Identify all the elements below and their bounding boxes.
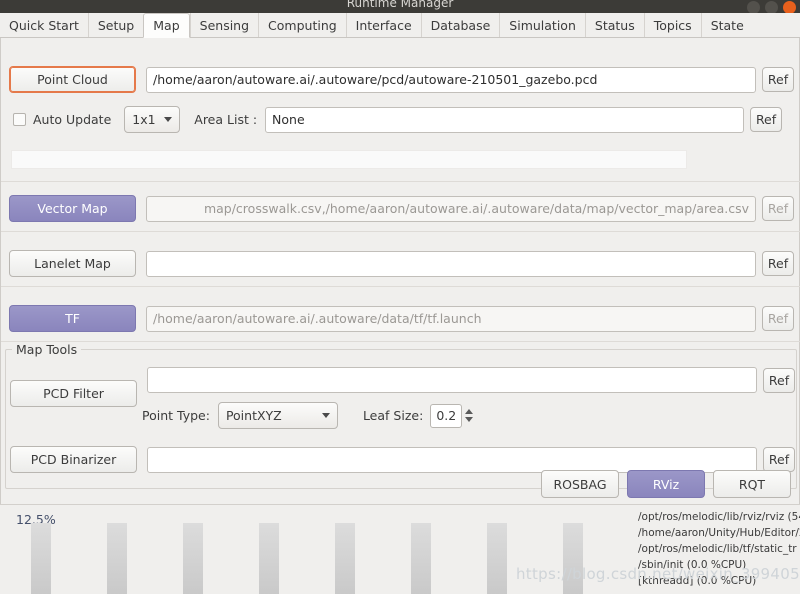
process-list-item: /opt/ros/melodic/lib/tf/static_tr [638, 543, 797, 555]
pcd-filter-path-input[interactable] [147, 367, 757, 393]
arrow-down-icon[interactable] [465, 417, 474, 422]
grid-size-value: 1x1 [132, 112, 156, 127]
leaf-size-value[interactable]: 0.2 [430, 403, 463, 428]
cpu-bar [259, 523, 279, 594]
tab-state[interactable]: State [700, 13, 753, 37]
rosbag-button[interactable]: ROSBAG [541, 470, 619, 498]
auto-update-checkbox[interactable] [13, 113, 26, 126]
main-tabbar: Quick Start Setup Map Sensing Computing … [0, 13, 800, 38]
map-tools-group: Map Tools PCD Filter Ref Point Type: Poi… [5, 342, 797, 489]
rqt-button[interactable]: RQT [713, 470, 791, 498]
map-tools-title: Map Tools [12, 342, 82, 357]
area-list-label: Area List : [194, 112, 258, 127]
leaf-size-arrows[interactable] [465, 404, 474, 428]
point-type-value: PointXYZ [225, 408, 282, 423]
pcd-filter-row: PCD Filter [10, 380, 137, 407]
tab-status[interactable]: Status [584, 13, 644, 37]
lanelet-map-ref-button[interactable]: Ref [762, 251, 794, 276]
tf-path-input[interactable]: /home/aaron/autoware.ai/.autoware/data/t… [146, 305, 756, 332]
bottom-actions: ROSBAG RViz RQT [541, 470, 791, 498]
cpu-bar [563, 523, 583, 594]
pcd-binarizer-button[interactable]: PCD Binarizer [10, 446, 137, 473]
cpu-bar [31, 523, 51, 594]
tab-sensing[interactable]: Sensing [189, 13, 258, 37]
point-cloud-ref-button[interactable]: Ref [762, 67, 794, 92]
tab-simulation[interactable]: Simulation [499, 13, 585, 37]
chevron-down-icon [164, 117, 173, 122]
vector-map-ref-button[interactable]: Ref [762, 196, 794, 221]
maximize-icon[interactable] [765, 1, 778, 13]
pcd-filter-button[interactable]: PCD Filter [10, 380, 137, 407]
tab-computing[interactable]: Computing [258, 13, 346, 37]
map-load-progressbar [11, 150, 687, 169]
cpu-bar [183, 523, 203, 594]
close-icon[interactable] [783, 1, 796, 13]
point-type-dropdown[interactable]: PointXYZ [217, 402, 338, 429]
status-bar: 12.5% /opt/ros/melodic/lib/rviz/rviz (54… [0, 504, 800, 594]
tab-topics[interactable]: Topics [643, 13, 701, 37]
leaf-size-stepper[interactable]: 0.2 [430, 403, 474, 428]
tab-quick-start[interactable]: Quick Start [0, 13, 88, 37]
window-titlebar: Runtime Manager [0, 0, 800, 13]
map-tab-panel: Point Cloud /home/aaron/autoware.ai/.aut… [0, 38, 800, 504]
minimize-icon[interactable] [747, 1, 760, 13]
process-list: /opt/ros/melodic/lib/rviz/rviz (54/home/… [638, 509, 800, 589]
area-list-input[interactable]: None [265, 106, 745, 133]
vector-map-path-input[interactable]: map/crosswalk.csv,/home/aaron/autoware.a… [146, 195, 756, 222]
tab-database[interactable]: Database [420, 13, 500, 37]
cpu-bar [335, 523, 355, 594]
tab-map[interactable]: Map [143, 13, 190, 38]
tf-button[interactable]: TF [9, 305, 136, 332]
process-list-item: /home/aaron/Unity/Hub/Editor/2 [638, 527, 800, 539]
cpu-bar [107, 523, 127, 594]
lanelet-map-button[interactable]: Lanelet Map [9, 250, 136, 277]
chevron-down-icon [321, 413, 330, 418]
arrow-up-icon[interactable] [465, 409, 474, 414]
vector-map-row: Vector Map map/crosswalk.csv,/home/aaron… [9, 195, 794, 222]
pcd-binarizer-path-input[interactable] [147, 446, 757, 473]
cpu-bar [411, 523, 431, 594]
tf-ref-button[interactable]: Ref [762, 306, 794, 331]
point-type-label: Point Type: [142, 408, 210, 423]
window-controls [747, 1, 796, 13]
tab-interface[interactable]: Interface [345, 13, 421, 37]
point-cloud-row: Point Cloud /home/aaron/autoware.ai/.aut… [9, 66, 794, 93]
process-list-item: /sbin/init (0.0 %CPU) [638, 559, 747, 571]
process-list-item: [kthreadd] (0.0 %CPU) [638, 575, 757, 587]
pcd-filter-options-row: Point Type: PointXYZ Leaf Size: 0.2 [142, 402, 474, 429]
cpu-bar [487, 523, 507, 594]
grid-size-dropdown[interactable]: 1x1 [124, 106, 181, 133]
pcd-binarizer-ref-button[interactable]: Ref [763, 447, 795, 472]
tab-setup[interactable]: Setup [87, 13, 143, 37]
rviz-button[interactable]: RViz [627, 470, 705, 498]
auto-update-row: Auto Update 1x1 Area List : None Ref [13, 106, 783, 133]
point-cloud-button[interactable]: Point Cloud [9, 66, 136, 93]
auto-update-label: Auto Update [33, 112, 112, 127]
process-list-item: /opt/ros/melodic/lib/rviz/rviz (54 [638, 511, 800, 523]
point-cloud-path-input[interactable]: /home/aaron/autoware.ai/.autoware/pcd/au… [146, 66, 756, 93]
vector-map-button[interactable]: Vector Map [9, 195, 136, 222]
tf-row: TF /home/aaron/autoware.ai/.autoware/dat… [9, 305, 794, 332]
lanelet-map-path-input[interactable] [146, 250, 756, 277]
leaf-size-label: Leaf Size: [362, 408, 424, 423]
window-title: Runtime Manager [346, 0, 454, 10]
pcd-filter-path-row: Ref [147, 367, 795, 393]
lanelet-map-row: Lanelet Map Ref [9, 250, 794, 277]
pcd-filter-ref-button[interactable]: Ref [763, 367, 795, 393]
cpu-bar-chart [0, 505, 640, 594]
pcd-binarizer-row: PCD Binarizer Ref [10, 446, 795, 473]
runtime-manager-window: Runtime Manager Quick Start Setup Map Se… [0, 0, 800, 594]
area-list-ref-button[interactable]: Ref [750, 107, 783, 132]
